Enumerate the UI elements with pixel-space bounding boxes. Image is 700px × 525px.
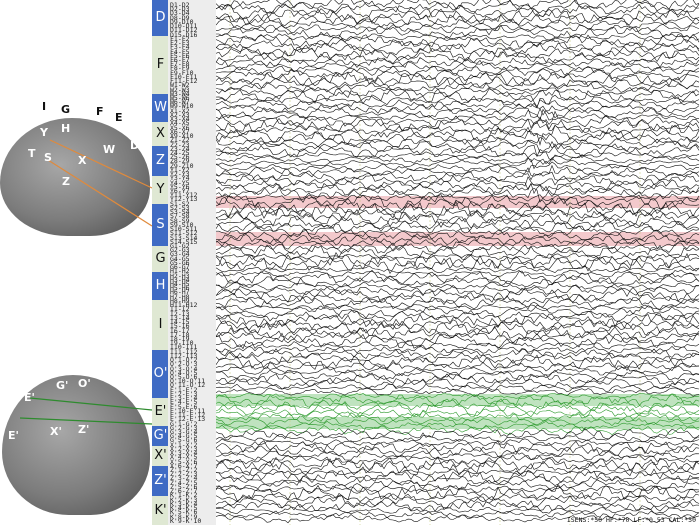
eeg-trace <box>216 351 700 364</box>
eeg-trace <box>216 506 700 515</box>
eeg-trace <box>216 313 700 329</box>
eeg-trace <box>216 458 700 477</box>
eeg-traces <box>216 0 700 525</box>
brain-marker: D <box>130 139 140 152</box>
brain-marker: K' <box>122 381 134 394</box>
brain-marker: X' <box>50 425 62 438</box>
eeg-trace <box>216 454 700 465</box>
electrode-block: Y <box>152 176 168 204</box>
electrode-letter: Y <box>156 182 165 197</box>
electrode-letter: O' <box>153 366 168 381</box>
brain-marker: E' <box>8 429 19 442</box>
eeg-trace <box>216 284 700 296</box>
eeg-trace <box>216 207 700 222</box>
electrode-letter: H <box>155 278 166 293</box>
electrode-block: F <box>152 36 168 94</box>
electrode-block: G' <box>152 426 168 446</box>
eeg-trace <box>216 8 700 24</box>
brain-marker: T <box>28 147 36 160</box>
eeg-trace <box>216 51 700 65</box>
brain-marker: F <box>96 105 104 118</box>
electrode-block: W <box>152 94 168 122</box>
connector-line-s <box>47 159 153 227</box>
eeg-trace <box>216 348 700 359</box>
eeg-trace <box>216 37 700 53</box>
electrode-letter: F <box>156 57 165 72</box>
eeg-trace <box>216 13 700 26</box>
eeg-trace <box>216 174 700 191</box>
connector-line-e-prime-1 <box>29 397 153 411</box>
eeg-trace <box>216 372 700 385</box>
electrode-block: Z <box>152 146 168 176</box>
electrode-block: E' <box>152 398 168 426</box>
highlight-band-pink <box>216 232 700 246</box>
electrode-letter: X <box>156 126 165 141</box>
channel-name-list: D1-D2 D2-D3 D3-D4 D8-D9 D9-D10 D10-D11 D11-D12… <box>168 0 216 525</box>
electrode-block: D <box>152 0 168 36</box>
electrode-letter: Z <box>156 153 165 168</box>
electrode-block: I <box>152 300 168 350</box>
brain-marker: E' <box>24 391 35 404</box>
electrode-block: O' <box>152 350 168 398</box>
eeg-trace <box>216 151 700 161</box>
channel-name: K'9-K'10 <box>170 516 202 525</box>
electrode-label-column: D F W X Z Y S G H I O' E' G' X' Z' K' <box>152 0 168 525</box>
electrode-letter: G' <box>153 428 168 443</box>
electrode-letter: X' <box>154 448 167 463</box>
brain-marker: E <box>115 111 123 124</box>
eeg-trace <box>216 33 700 41</box>
eeg-trace <box>216 155 700 165</box>
brain-marker: S <box>44 151 52 164</box>
eeg-trace <box>216 256 700 275</box>
eeg-trace <box>216 269 700 278</box>
brain-marker: X <box>78 154 87 167</box>
anatomy-panel: I G FE YH W D TS XZ E' G' O' K' X' Z' E' <box>0 0 153 525</box>
electrode-block: X <box>152 122 168 146</box>
eeg-trace <box>216 354 700 371</box>
eeg-trace <box>216 121 700 135</box>
electrode-block: X' <box>152 446 168 466</box>
connector-lines <box>19 139 153 425</box>
electrode-block: G <box>152 246 168 272</box>
eeg-trace <box>216 94 700 108</box>
eeg-trace <box>216 130 700 146</box>
brain-marker: G' <box>56 379 69 392</box>
electrode-block: H <box>152 272 168 300</box>
brain-marker: W <box>103 143 116 156</box>
eeg-trace <box>216 68 700 82</box>
electrode-letter: W <box>154 100 167 115</box>
electrode-block: Z' <box>152 466 168 496</box>
electrode-letter: I <box>158 317 163 332</box>
eeg-trace <box>216 3 700 20</box>
brain-marker: Z <box>62 175 70 188</box>
eeg-trace <box>216 76 700 90</box>
electrode-letter: D <box>155 10 166 25</box>
brain-marker: O' <box>78 377 91 390</box>
eeg-trace <box>216 244 700 261</box>
electrode-letter: K' <box>154 502 167 518</box>
brain-marker: G <box>61 103 71 116</box>
eeg-trace <box>216 164 700 181</box>
brain-marker: Z' <box>78 423 90 436</box>
eeg-trace <box>216 456 700 471</box>
eeg-trace <box>216 369 700 382</box>
electrode-letter: E' <box>154 404 167 419</box>
eeg-trace <box>216 98 700 110</box>
brain-marker: I <box>42 100 47 113</box>
eeg-trace <box>216 408 700 418</box>
electrode-letter: Z' <box>154 473 167 488</box>
brain-marker: H <box>61 122 71 135</box>
acquisition-settings: ISENS:*50 HF:*70 LF:*0.53 CAL:*50 <box>566 516 696 524</box>
eeg-trace <box>216 215 700 230</box>
electrode-block: S <box>152 204 168 246</box>
eeg-trace <box>216 253 700 261</box>
eeg-trace <box>216 377 700 390</box>
brain-marker: Y <box>40 126 48 139</box>
electrode-letter: S <box>156 217 165 232</box>
eeg-trace-area: ISENS:*50 HF:*70 LF:*0.53 CAL:*50 <box>216 0 700 525</box>
electrode-block: K' <box>152 496 168 525</box>
electrode-letter: G <box>155 251 166 266</box>
eeg-trace <box>216 61 700 72</box>
